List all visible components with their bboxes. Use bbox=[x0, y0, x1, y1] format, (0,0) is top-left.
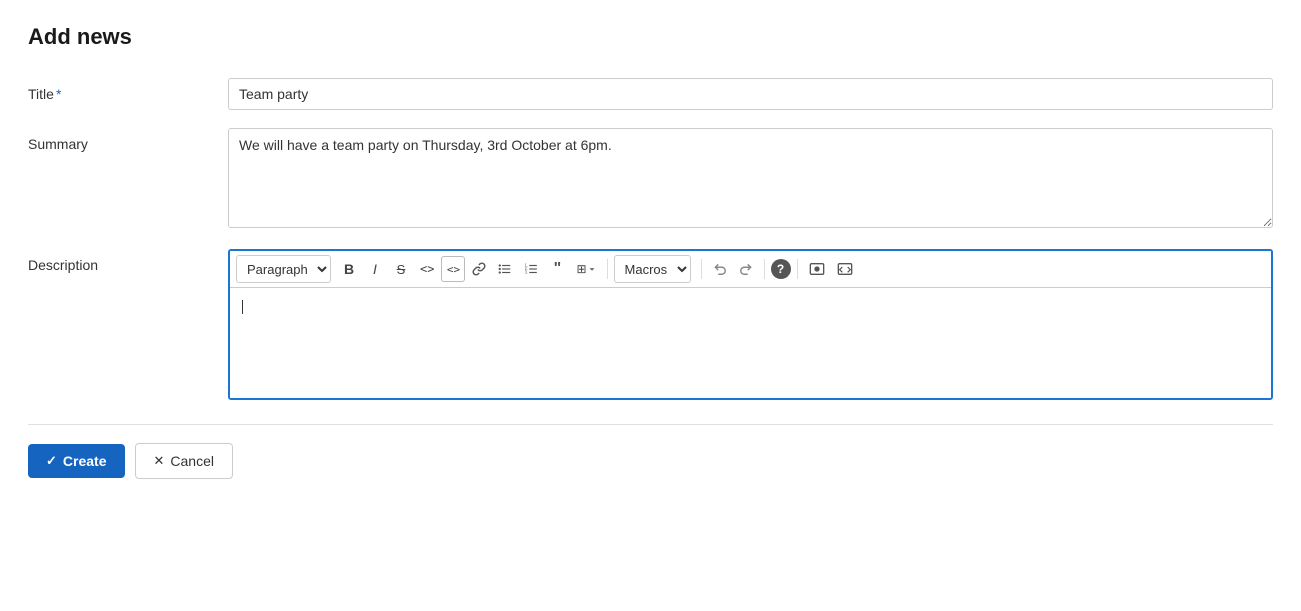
redo-button[interactable] bbox=[734, 256, 758, 282]
check-icon: ✓ bbox=[46, 453, 57, 469]
toolbar-separator-3 bbox=[764, 259, 765, 279]
footer-divider bbox=[28, 424, 1273, 425]
italic-button[interactable]: I bbox=[363, 256, 387, 282]
title-row: Title* bbox=[28, 78, 1273, 110]
bullet-list-button[interactable] bbox=[493, 256, 517, 282]
create-button[interactable]: ✓ Create bbox=[28, 444, 125, 478]
toolbar-separator-2 bbox=[701, 259, 702, 279]
strikethrough-button[interactable]: S bbox=[389, 256, 413, 282]
source-button[interactable] bbox=[832, 256, 858, 282]
summary-row: Summary We will have a team party on Thu… bbox=[28, 128, 1273, 231]
table-button[interactable]: ⊞ bbox=[571, 256, 600, 282]
description-row: Description Paragraph Heading 1 Heading … bbox=[28, 249, 1273, 400]
rte-toolbar: Paragraph Heading 1 Heading 2 Heading 3 … bbox=[230, 251, 1271, 288]
title-label: Title* bbox=[28, 78, 228, 102]
x-icon: ✕ bbox=[154, 453, 165, 469]
toolbar-separator-1 bbox=[607, 259, 608, 279]
title-control bbox=[228, 78, 1273, 110]
svg-text:3.: 3. bbox=[525, 270, 528, 275]
bold-button[interactable]: B bbox=[337, 256, 361, 282]
description-editor[interactable] bbox=[230, 288, 1271, 398]
description-control: Paragraph Heading 1 Heading 2 Heading 3 … bbox=[228, 249, 1273, 400]
macros-select[interactable]: Macros bbox=[614, 255, 691, 283]
preview-button[interactable] bbox=[804, 256, 830, 282]
help-button[interactable]: ? bbox=[771, 259, 791, 279]
title-input[interactable] bbox=[228, 78, 1273, 110]
cancel-button[interactable]: ✕ Cancel bbox=[135, 443, 234, 479]
summary-control: We will have a team party on Thursday, 3… bbox=[228, 128, 1273, 231]
summary-label: Summary bbox=[28, 128, 228, 152]
link-button[interactable] bbox=[467, 256, 491, 282]
inline-code-button[interactable]: <> bbox=[415, 256, 439, 282]
toolbar-separator-4 bbox=[797, 259, 798, 279]
undo-button[interactable] bbox=[708, 256, 732, 282]
numbered-list-button[interactable]: 1. 2. 3. bbox=[519, 256, 543, 282]
page-title: Add news bbox=[28, 24, 1273, 50]
code-block-button[interactable]: <> bbox=[441, 256, 465, 282]
blockquote-button[interactable]: " bbox=[545, 256, 569, 282]
paragraph-select[interactable]: Paragraph Heading 1 Heading 2 Heading 3 bbox=[236, 255, 331, 283]
title-required: * bbox=[56, 86, 61, 102]
cursor bbox=[242, 300, 243, 314]
summary-input[interactable]: We will have a team party on Thursday, 3… bbox=[228, 128, 1273, 228]
description-label: Description bbox=[28, 249, 228, 273]
rich-text-editor: Paragraph Heading 1 Heading 2 Heading 3 … bbox=[228, 249, 1273, 400]
footer-buttons: ✓ Create ✕ Cancel bbox=[28, 443, 1273, 479]
